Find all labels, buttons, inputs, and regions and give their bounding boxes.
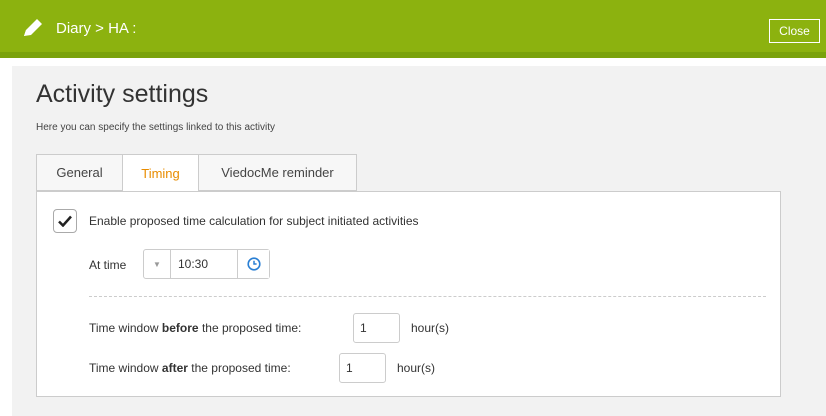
time-window-before-input[interactable] [353, 313, 400, 343]
after-label-suffix: the proposed time: [187, 361, 291, 375]
before-label-suffix: the proposed time: [198, 321, 302, 335]
page-subtitle: Here you can specify the settings linked… [36, 122, 276, 133]
time-window-after-input[interactable] [339, 353, 386, 383]
pencil-icon [24, 19, 42, 36]
before-label-prefix: Time window [89, 321, 162, 335]
before-unit-label: hour(s) [411, 321, 450, 335]
time-window-after-label: Time window after the proposed time: [89, 361, 291, 375]
tab-bar: General Timing ViedocMe reminder [36, 154, 357, 192]
section-divider [89, 296, 766, 297]
time-window-before-label: Time window before the proposed time: [89, 321, 301, 335]
caret-down-icon: ▼ [153, 259, 161, 269]
before-label-emphasis: before [161, 321, 199, 335]
after-unit-label: hour(s) [397, 361, 436, 375]
time-input[interactable] [171, 250, 237, 278]
window-title: Diary > HA : [56, 20, 137, 37]
after-label-prefix: Time window [89, 361, 162, 375]
tab-general[interactable]: General [36, 154, 122, 191]
tab-timing[interactable]: Timing [122, 154, 198, 192]
at-time-label: At time [89, 258, 127, 272]
clock-icon [246, 257, 261, 271]
enable-proposed-time-label: Enable proposed time calculation for sub… [89, 214, 419, 228]
close-button[interactable]: Close [769, 19, 820, 43]
clock-button[interactable] [237, 250, 269, 278]
checkmark-icon [58, 215, 72, 227]
enable-proposed-time-checkbox[interactable] [53, 209, 77, 233]
title-bar: Diary > HA : Close [0, 0, 826, 58]
after-label-emphasis: after [161, 361, 188, 375]
time-picker: ▼ [143, 249, 270, 279]
time-dropdown-toggle[interactable]: ▼ [144, 250, 171, 278]
tab-viedocme-reminder[interactable]: ViedocMe reminder [198, 154, 357, 191]
page-title: Activity settings [36, 80, 209, 108]
